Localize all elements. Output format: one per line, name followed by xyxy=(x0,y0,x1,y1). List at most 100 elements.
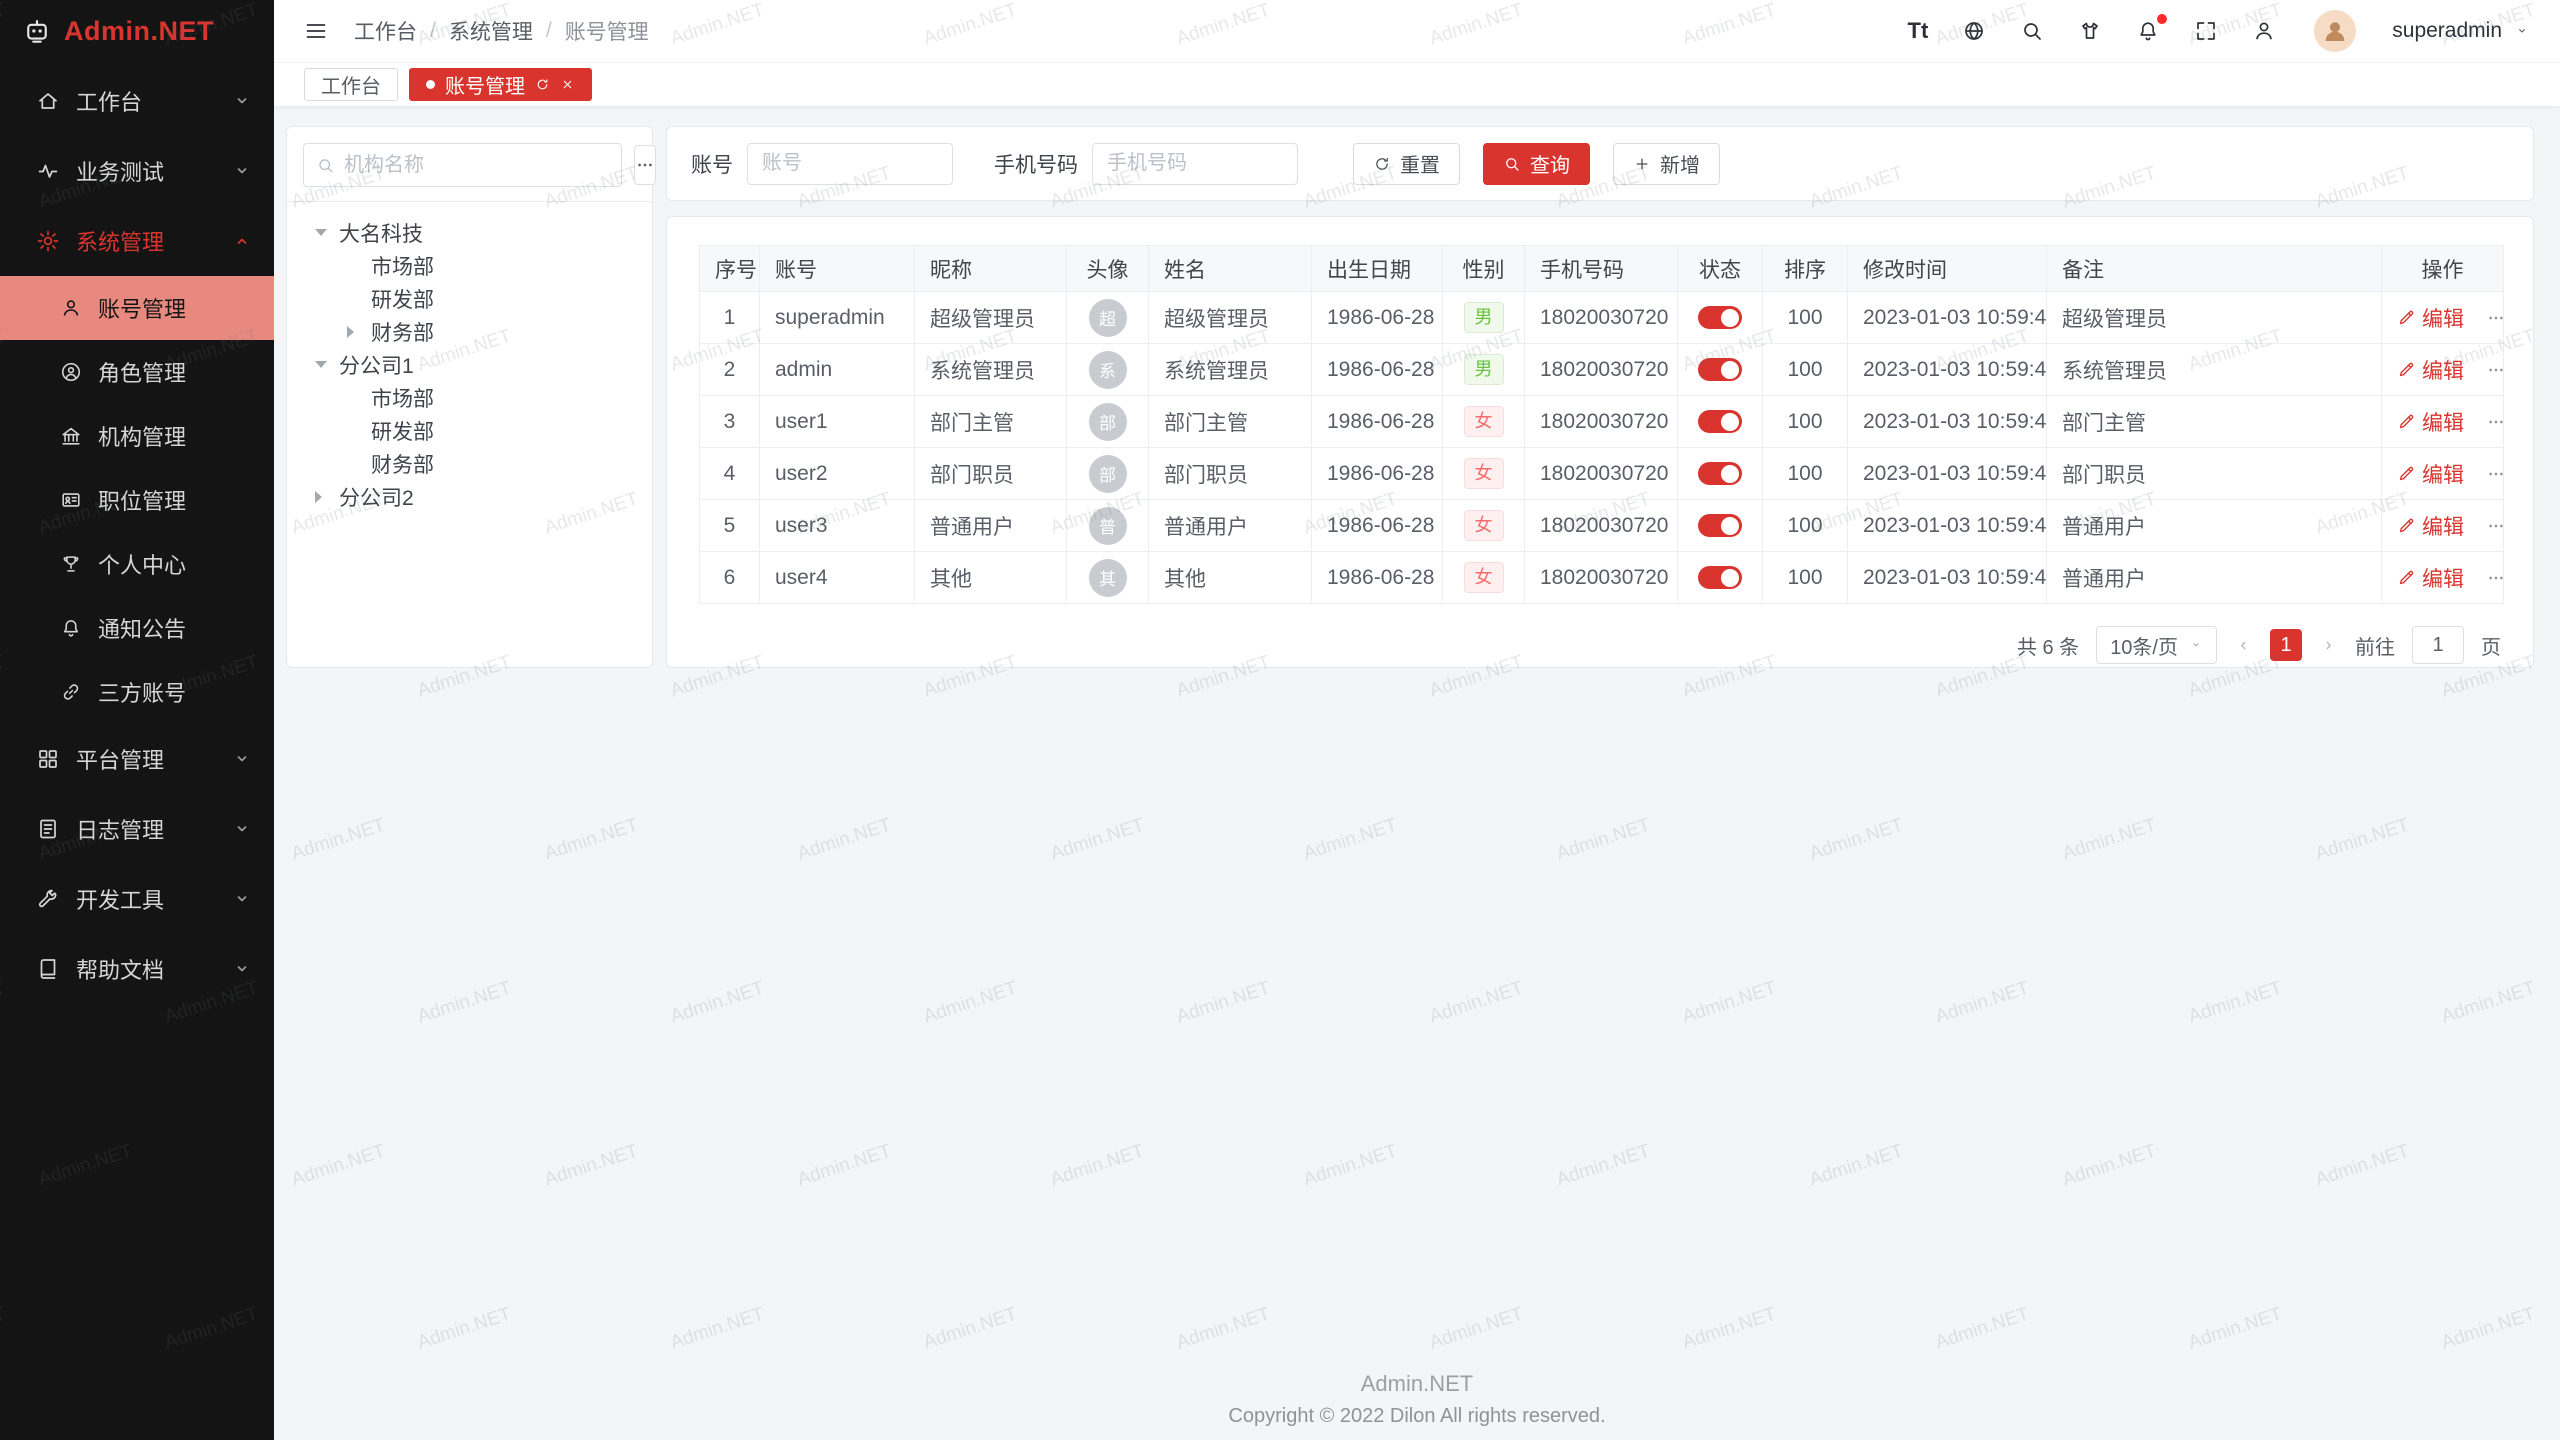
status-toggle[interactable] xyxy=(1698,306,1742,329)
gender-badge: 男 xyxy=(1464,302,1504,333)
cell-gender: 女 xyxy=(1443,552,1525,604)
column-header: 修改时间 xyxy=(1848,246,2047,292)
tab-item[interactable]: 账号管理 xyxy=(409,68,592,101)
fullscreen-icon[interactable] xyxy=(2194,19,2218,43)
edit-button[interactable]: 编辑 xyxy=(2397,355,2464,385)
tree-node[interactable]: 财务部 xyxy=(303,447,636,480)
row-more-button[interactable] xyxy=(2486,464,2504,484)
role-icon xyxy=(60,361,82,383)
cell-gender: 女 xyxy=(1443,396,1525,448)
font-size-icon[interactable]: Tt xyxy=(1908,18,1929,44)
sidebar-subitem-label: 三方账号 xyxy=(98,676,186,708)
reset-button[interactable]: 重置 xyxy=(1353,143,1460,185)
sidebar-subitem[interactable]: 职位管理 xyxy=(0,468,274,532)
sidebar-item[interactable]: 平台管理 xyxy=(0,724,274,794)
sidebar-item[interactable]: 日志管理 xyxy=(0,794,274,864)
cell-action: 编辑 xyxy=(2382,396,2504,448)
language-icon[interactable] xyxy=(1962,19,1986,43)
tree-node[interactable]: 大名科技 xyxy=(303,216,636,249)
caret-right-icon[interactable] xyxy=(347,326,371,338)
status-toggle[interactable] xyxy=(1698,462,1742,485)
row-more-button[interactable] xyxy=(2486,568,2504,588)
chevron-down-icon[interactable] xyxy=(2514,23,2530,39)
sidebar-subitem[interactable]: 机构管理 xyxy=(0,404,274,468)
row-more-button[interactable] xyxy=(2486,360,2504,380)
tree-node[interactable]: 市场部 xyxy=(303,249,636,282)
org-more-button[interactable] xyxy=(634,145,656,185)
tree-node[interactable]: 研发部 xyxy=(303,282,636,315)
account-icon xyxy=(60,297,82,319)
caret-down-icon[interactable] xyxy=(315,361,339,368)
edit-button[interactable]: 编辑 xyxy=(2397,459,2464,489)
status-toggle[interactable] xyxy=(1698,514,1742,537)
status-toggle[interactable] xyxy=(1698,358,1742,381)
tree-node[interactable]: 分公司2 xyxy=(303,480,636,513)
tree-node[interactable]: 研发部 xyxy=(303,414,636,447)
docs-icon xyxy=(36,957,60,981)
search-button[interactable]: 查询 xyxy=(1483,143,1590,185)
top-header: 工作台/系统管理/账号管理 Tt superadmin xyxy=(274,0,2560,62)
sidebar-item[interactable]: 帮助文档 xyxy=(0,934,274,1004)
prev-page-button[interactable] xyxy=(2234,636,2253,655)
sidebar-item[interactable]: 系统管理 xyxy=(0,206,274,276)
user-avatar-badge: 超 xyxy=(1089,299,1127,337)
page-size-select[interactable]: 10条/页 xyxy=(2096,626,2217,664)
current-page[interactable]: 1 xyxy=(2270,629,2302,661)
tree-node[interactable]: 分公司1 xyxy=(303,348,636,381)
app-title: Admin.NET xyxy=(64,16,214,47)
search-icon[interactable] xyxy=(2020,19,2044,43)
tree-node[interactable]: 市场部 xyxy=(303,381,636,414)
menu-collapse-icon[interactable] xyxy=(304,19,328,43)
row-more-button[interactable] xyxy=(2486,308,2504,328)
org-search-input[interactable] xyxy=(344,154,609,177)
edit-button[interactable]: 编辑 xyxy=(2397,563,2464,593)
sidebar-subitem[interactable]: 通知公告 xyxy=(0,596,274,660)
logo[interactable]: Admin.NET xyxy=(0,0,274,62)
edit-button[interactable]: 编辑 xyxy=(2397,511,2464,541)
add-button[interactable]: 新增 xyxy=(1613,143,1720,185)
notifications-button[interactable] xyxy=(2136,19,2160,43)
chevron-down-icon xyxy=(230,957,254,981)
breadcrumb-item[interactable]: 账号管理 xyxy=(565,16,649,46)
avatar[interactable] xyxy=(2314,10,2356,52)
user-icon[interactable] xyxy=(2252,19,2276,43)
edit-label: 编辑 xyxy=(2422,303,2464,333)
tab-item[interactable]: 工作台 xyxy=(304,68,398,101)
theme-icon[interactable] xyxy=(2078,19,2102,43)
tree-node[interactable]: 财务部 xyxy=(303,315,636,348)
cell-action: 编辑 xyxy=(2382,448,2504,500)
cell-no: 4 xyxy=(700,448,760,500)
sidebar-item[interactable]: 开发工具 xyxy=(0,864,274,934)
sidebar-item[interactable]: 业务测试 xyxy=(0,136,274,206)
edit-label: 编辑 xyxy=(2422,563,2464,593)
sidebar-subitem[interactable]: 三方账号 xyxy=(0,660,274,724)
sidebar-subitem[interactable]: 账号管理 xyxy=(0,276,274,340)
next-page-button[interactable] xyxy=(2319,636,2338,655)
row-more-button[interactable] xyxy=(2486,516,2504,536)
caret-down-icon[interactable] xyxy=(315,229,339,236)
tree-node-label: 财务部 xyxy=(371,317,434,347)
column-header: 头像 xyxy=(1067,246,1149,292)
caret-right-icon[interactable] xyxy=(315,491,339,503)
edit-button[interactable]: 编辑 xyxy=(2397,407,2464,437)
breadcrumb-separator: / xyxy=(546,19,552,43)
cell-nickname: 其他 xyxy=(915,552,1067,604)
breadcrumb-item[interactable]: 工作台 xyxy=(354,16,417,46)
goto-page-input[interactable] xyxy=(2412,626,2464,664)
column-header: 出生日期 xyxy=(1312,246,1443,292)
status-toggle[interactable] xyxy=(1698,566,1742,589)
sidebar-subitem[interactable]: 角色管理 xyxy=(0,340,274,404)
sidebar-item[interactable]: 工作台 xyxy=(0,66,274,136)
row-more-button[interactable] xyxy=(2486,412,2504,432)
cell-action: 编辑 xyxy=(2382,344,2504,396)
cell-account: user4 xyxy=(760,552,915,604)
cell-no: 3 xyxy=(700,396,760,448)
sidebar-subitem[interactable]: 个人中心 xyxy=(0,532,274,596)
breadcrumb-item[interactable]: 系统管理 xyxy=(449,16,533,46)
edit-button[interactable]: 编辑 xyxy=(2397,303,2464,333)
phone-input[interactable] xyxy=(1092,143,1298,185)
account-input[interactable] xyxy=(747,143,953,185)
edit-label: 编辑 xyxy=(2422,407,2464,437)
status-toggle[interactable] xyxy=(1698,410,1742,433)
username[interactable]: superadmin xyxy=(2392,19,2502,43)
